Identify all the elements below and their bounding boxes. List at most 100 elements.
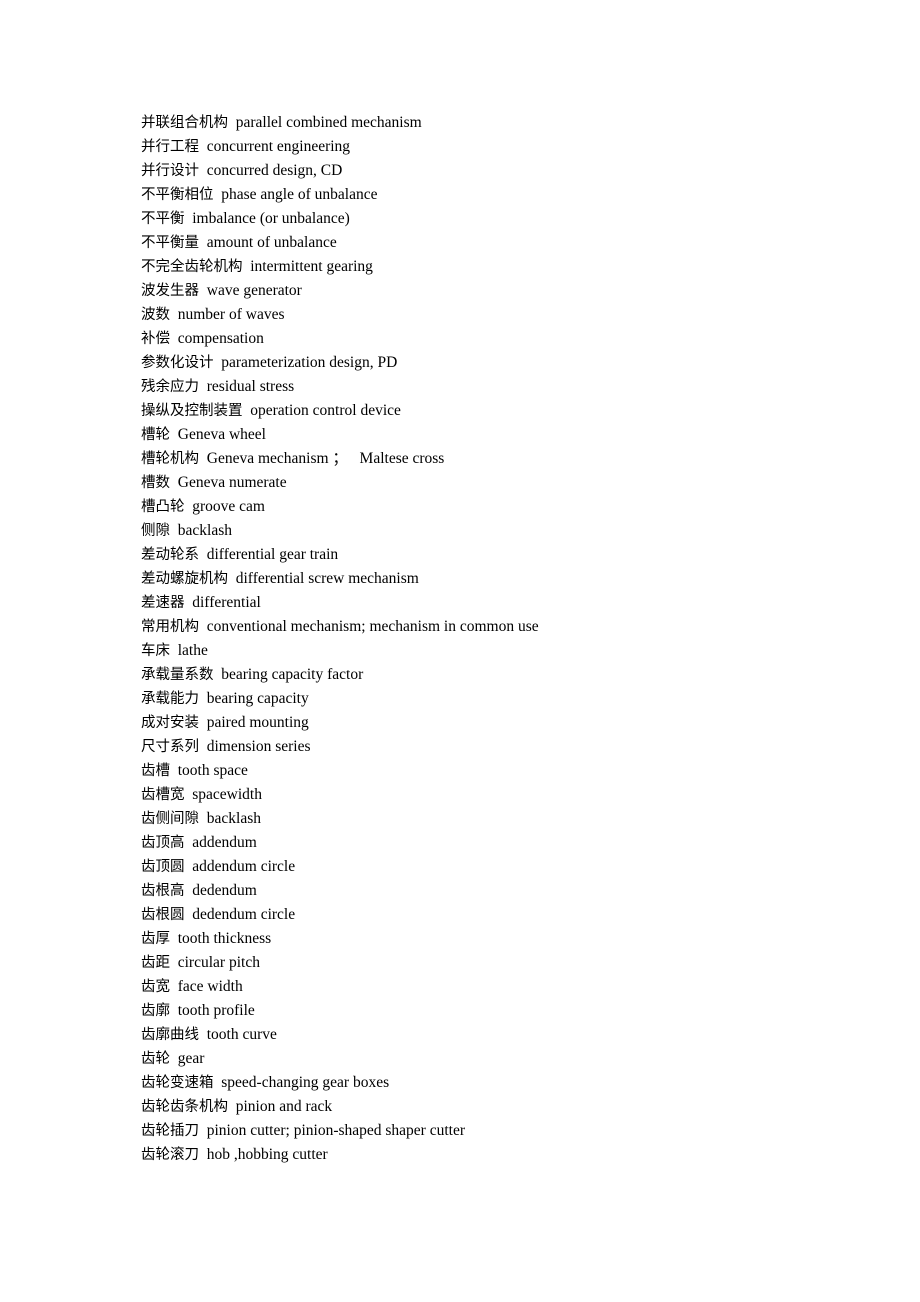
entry-term: 并联组合机构 <box>141 115 228 131</box>
entry-term: 齿侧间隙 <box>141 811 199 827</box>
entry-term: 齿根圆 <box>141 907 185 923</box>
entry-term: 不平衡 <box>141 211 185 227</box>
entry-term: 侧隙 <box>141 523 170 539</box>
entry-gloss: backlash <box>206 810 261 827</box>
entry-term: 齿根高 <box>141 883 185 899</box>
entry-term: 波数 <box>141 307 170 323</box>
entry-gloss: dimension series <box>206 738 311 755</box>
glossary-entry: 齿根圆 dedendum circle <box>141 903 841 927</box>
entry-term: 槽轮 <box>141 427 170 443</box>
glossary-entry: 波数 number of waves <box>141 303 841 327</box>
entry-separator <box>199 546 207 563</box>
entry-gloss: pinion and rack <box>235 1098 333 1115</box>
entry-term: 不平衡量 <box>141 235 199 251</box>
glossary-entry: 成对安装 paired mounting <box>141 711 841 735</box>
entry-separator <box>170 762 178 779</box>
glossary-entry: 齿顶圆 addendum circle <box>141 855 841 879</box>
glossary-entry: 差速器 differential <box>141 591 841 615</box>
entry-term: 操纵及控制装置 <box>141 403 243 419</box>
glossary-entry: 并行设计 concurred design, CD <box>141 159 841 183</box>
entry-term: 波发生器 <box>141 283 199 299</box>
entry-gloss: differential <box>192 594 261 611</box>
entry-gloss: differential screw mechanism <box>235 570 419 587</box>
entry-gloss: compensation <box>177 330 264 347</box>
entry-separator <box>199 1146 207 1163</box>
entry-separator <box>170 954 178 971</box>
entry-gloss: addendum circle <box>192 858 296 875</box>
entry-term: 齿轮变速箱 <box>141 1075 214 1091</box>
glossary-entry: 不平衡相位 phase angle of unbalance <box>141 183 841 207</box>
entry-gloss: tooth curve <box>206 1026 277 1043</box>
entry-separator <box>170 642 178 659</box>
entry-separator <box>170 474 178 491</box>
entry-gloss: wave generator <box>206 282 302 299</box>
entry-separator <box>170 1002 178 1019</box>
glossary-entry: 承载能力 bearing capacity <box>141 687 841 711</box>
glossary-entry: 波发生器 wave generator <box>141 279 841 303</box>
glossary-entry: 并行工程 concurrent engineering <box>141 135 841 159</box>
entry-gloss: gear <box>177 1050 205 1067</box>
glossary-entry: 齿顶高 addendum <box>141 831 841 855</box>
entry-gloss: parameterization design, PD <box>221 354 398 371</box>
glossary-entry: 齿根高 dedendum <box>141 879 841 903</box>
entry-separator <box>170 1050 178 1067</box>
entry-gloss: tooth thickness <box>177 930 272 947</box>
entry-separator <box>199 810 207 827</box>
glossary-entry: 齿侧间隙 backlash <box>141 807 841 831</box>
entry-term: 常用机构 <box>141 619 199 635</box>
entry-gloss: differential gear train <box>206 546 339 563</box>
entry-separator <box>170 522 178 539</box>
entry-separator <box>199 450 207 467</box>
entry-separator <box>199 618 207 635</box>
entry-term: 齿槽 <box>141 763 170 779</box>
entry-gloss: groove cam <box>192 498 265 515</box>
entry-separator <box>199 738 207 755</box>
entry-term: 齿距 <box>141 955 170 971</box>
entry-separator <box>170 306 178 323</box>
entry-term: 尺寸系列 <box>141 739 199 755</box>
glossary-entry: 承载量系数 bearing capacity factor <box>141 663 841 687</box>
entry-separator <box>170 426 178 443</box>
glossary-entry: 齿宽 face width <box>141 975 841 999</box>
entry-separator <box>199 234 207 251</box>
entry-gloss: concurrent engineering <box>206 138 351 155</box>
entry-separator <box>199 1026 207 1043</box>
glossary-entry: 不平衡 imbalance (or unbalance) <box>141 207 841 231</box>
entry-gloss: bearing capacity factor <box>221 666 364 683</box>
glossary-entry: 常用机构 conventional mechanism; mechanism i… <box>141 615 841 639</box>
entry-gloss: dedendum circle <box>192 906 296 923</box>
entry-separator <box>199 282 207 299</box>
entry-term: 承载能力 <box>141 691 199 707</box>
glossary-entry: 残余应力 residual stress <box>141 375 841 399</box>
glossary-entry: 操纵及控制装置 operation control device <box>141 399 841 423</box>
glossary-entry: 差动轮系 differential gear train <box>141 543 841 567</box>
glossary-entry: 齿廓 tooth profile <box>141 999 841 1023</box>
entry-term: 槽数 <box>141 475 170 491</box>
glossary-entry: 齿轮变速箱 speed-changing gear boxes <box>141 1071 841 1095</box>
entry-gloss: number of waves <box>177 306 285 323</box>
entry-term: 齿廓曲线 <box>141 1027 199 1043</box>
entry-separator <box>199 162 207 179</box>
glossary-entry: 齿轮滚刀 hob ,hobbing cutter <box>141 1143 841 1167</box>
entry-gloss: paired mounting <box>206 714 309 731</box>
entry-term: 差速器 <box>141 595 185 611</box>
entry-gloss: intermittent gearing <box>250 258 373 275</box>
glossary-entry: 侧隙 backlash <box>141 519 841 543</box>
entry-term: 齿廓 <box>141 1003 170 1019</box>
entry-gloss: speed-changing gear boxes <box>221 1074 390 1091</box>
entry-gloss: parallel combined mechanism <box>235 114 422 131</box>
entry-gloss: tooth space <box>177 762 248 779</box>
entry-separator <box>199 138 207 155</box>
entry-gloss: residual stress <box>206 378 295 395</box>
entry-term: 齿厚 <box>141 931 170 947</box>
entry-term: 齿槽宽 <box>141 787 185 803</box>
glossary-entry: 差动螺旋机构 differential screw mechanism <box>141 567 841 591</box>
entry-gloss: Geneva mechanism ； Maltese cross <box>206 450 445 467</box>
entry-separator <box>199 714 207 731</box>
entry-term: 齿轮插刀 <box>141 1123 199 1139</box>
glossary-entry: 齿轮 gear <box>141 1047 841 1071</box>
entry-term: 差动螺旋机构 <box>141 571 228 587</box>
entry-term: 承载量系数 <box>141 667 214 683</box>
glossary-entry: 齿廓曲线 tooth curve <box>141 1023 841 1047</box>
entry-term: 槽凸轮 <box>141 499 185 515</box>
